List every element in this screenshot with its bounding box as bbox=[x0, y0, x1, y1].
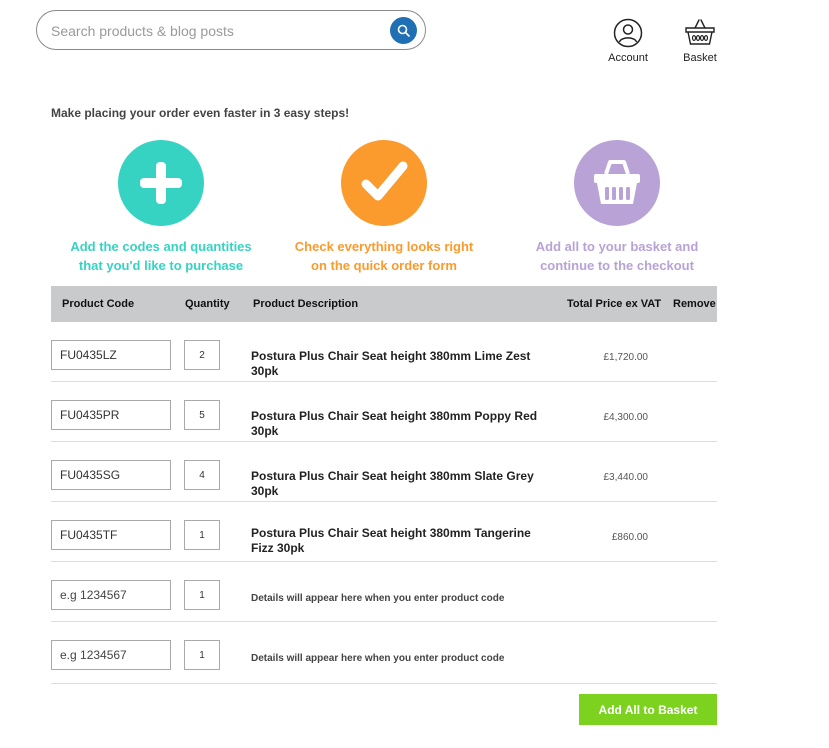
product-description: Postura Plus Chair Seat height 380mm Tan… bbox=[251, 526, 531, 555]
header-remove: Remove bbox=[673, 298, 716, 310]
checkmark-icon bbox=[361, 161, 408, 201]
step-2-caption: Check everything looks right on the quic… bbox=[294, 239, 474, 273]
step-check-form: Check everything looks right on the quic… bbox=[274, 138, 494, 275]
product-description: Postura Plus Chair Seat height 380mm Pop… bbox=[251, 409, 538, 438]
quick-order-table: Product Code Quantity Product Descriptio… bbox=[51, 286, 717, 684]
account-link[interactable]: Account bbox=[604, 18, 652, 64]
product-description: Postura Plus Chair Seat height 380mm Sla… bbox=[251, 469, 534, 498]
basket-link[interactable]: Basket bbox=[678, 18, 722, 64]
product-code-input[interactable] bbox=[51, 460, 171, 490]
steps-heading: Make placing your order even faster in 3… bbox=[51, 106, 350, 120]
quantity-input[interactable] bbox=[184, 580, 220, 610]
header-total-price: Total Price ex VAT bbox=[567, 298, 662, 310]
total-price: £1,720.00 bbox=[603, 352, 649, 363]
search-icon bbox=[397, 24, 410, 37]
table-row: Postura Plus Chair Seat height 380mm Lim… bbox=[51, 322, 717, 382]
step-3-caption: Add all to your basket and continue to t… bbox=[535, 239, 699, 273]
table-row: Postura Plus Chair Seat height 380mm Tan… bbox=[51, 502, 717, 562]
basket-label: Basket bbox=[683, 52, 717, 64]
table-row: Postura Plus Chair Seat height 380mm Pop… bbox=[51, 382, 717, 442]
product-code-input[interactable] bbox=[51, 400, 171, 430]
quantity-input[interactable] bbox=[184, 340, 220, 370]
step-add-codes: Add the codes and quantities that you'd … bbox=[51, 138, 271, 275]
step-1-caption: Add the codes and quantities that you'd … bbox=[70, 239, 252, 273]
step-add-basket: Add all to your basket and continue to t… bbox=[507, 138, 727, 275]
header-quantity: Quantity bbox=[185, 298, 230, 310]
quantity-input[interactable] bbox=[184, 400, 220, 430]
table-header: Product Code Quantity Product Descriptio… bbox=[51, 286, 717, 322]
product-code-input[interactable] bbox=[51, 640, 171, 670]
total-price: £3,440.00 bbox=[603, 472, 649, 483]
quantity-input[interactable] bbox=[184, 520, 220, 550]
add-all-to-basket-button[interactable]: Add All to Basket bbox=[579, 694, 717, 725]
header-product-code: Product Code bbox=[62, 298, 135, 310]
product-code-input[interactable] bbox=[51, 580, 171, 610]
total-price: £860.00 bbox=[611, 532, 648, 543]
step-1-circle bbox=[118, 140, 204, 226]
step-2-circle bbox=[341, 140, 427, 226]
quantity-input[interactable] bbox=[184, 640, 220, 670]
product-description: Postura Plus Chair Seat height 380mm Lim… bbox=[251, 349, 531, 378]
table-row: Details will appear here when you enter … bbox=[51, 622, 717, 684]
step-3-circle bbox=[574, 140, 660, 226]
table-row: Details will appear here when you enter … bbox=[51, 562, 717, 622]
total-price: £4,300.00 bbox=[603, 412, 649, 423]
header-product-description: Product Description bbox=[253, 298, 359, 310]
product-code-input[interactable] bbox=[51, 520, 171, 550]
basket-icon bbox=[594, 160, 640, 204]
basket-icon bbox=[685, 19, 715, 45]
product-code-input[interactable] bbox=[51, 340, 171, 370]
search-button[interactable] bbox=[390, 17, 417, 44]
table-row: Postura Plus Chair Seat height 380mm Sla… bbox=[51, 442, 717, 502]
product-description-placeholder: Details will appear here when you enter … bbox=[251, 593, 505, 604]
search-input[interactable] bbox=[51, 20, 381, 42]
product-description-placeholder: Details will appear here when you enter … bbox=[251, 653, 505, 664]
plus-icon bbox=[140, 162, 182, 204]
search-bar bbox=[36, 10, 426, 50]
quantity-input[interactable] bbox=[184, 460, 220, 490]
account-icon bbox=[613, 18, 643, 48]
account-label: Account bbox=[608, 52, 648, 64]
